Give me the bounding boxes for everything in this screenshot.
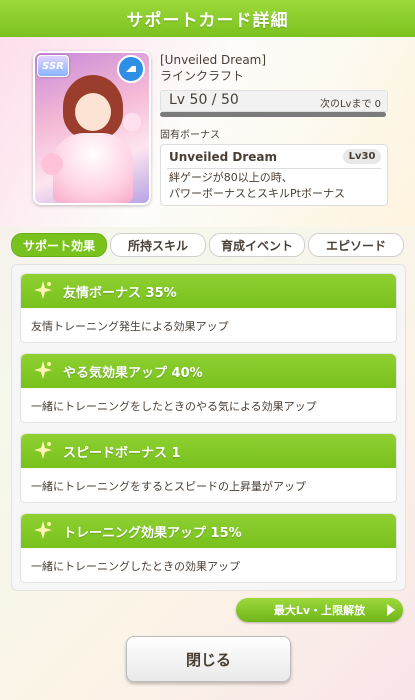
- unique-bonus-label: 固有ボーナス: [160, 130, 220, 141]
- effect-header: スピードボーナス 1: [21, 434, 396, 468]
- max-level-button[interactable]: 最大Lv・上限解放: [236, 598, 403, 622]
- unique-bonus-desc-line: パワーボーナスとスキルPtボーナス: [169, 187, 345, 200]
- list-item: 友情ボーナス 35% 友情トレーニング発生による効果アップ: [20, 273, 397, 343]
- unique-bonus-box: Unveiled Dream Lv30 絆ゲージが80以上の時、 パワーボーナス…: [160, 144, 388, 206]
- list-item: やる気効果アップ 40% 一緒にトレーニングをしたときのやる気による効果アップ: [20, 353, 397, 423]
- effect-title: トレーニング効果アップ 15%: [63, 526, 242, 541]
- card-art-flower: [123, 113, 141, 131]
- card-art-flower: [41, 153, 63, 175]
- card-title: [Unveiled Dream]: [160, 53, 267, 67]
- effect-title: スピードボーナス 1: [63, 446, 181, 461]
- effect-title: やる気効果アップ 40%: [63, 366, 203, 381]
- tab-training-events[interactable]: 育成イベント: [209, 233, 305, 257]
- effect-description: 一緒にトレーニングしたときの効果アップ: [31, 560, 240, 573]
- effect-header: トレーニング効果アップ 15%: [21, 514, 396, 548]
- effect-list[interactable]: 友情ボーナス 35% 友情トレーニング発生による効果アップ やる気効果アップ 4…: [11, 264, 406, 591]
- effect-description: 一緒にトレーニングをしたときのやる気による効果アップ: [31, 400, 317, 413]
- list-item: トレーニング効果アップ 15% 一緒にトレーニングしたときの効果アップ: [20, 513, 397, 583]
- card-art-face: [75, 93, 111, 131]
- tab-episode[interactable]: エピソード: [308, 233, 404, 257]
- effect-header: やる気効果アップ 40%: [21, 354, 396, 388]
- page-title: サポートカード詳細: [0, 0, 415, 37]
- sparkle-icon: [34, 441, 52, 459]
- speed-type-icon: [117, 55, 145, 83]
- chevron-right-icon: [387, 604, 395, 616]
- level-progress-bar: [160, 112, 386, 117]
- tab-bar: サポート効果 所持スキル 育成イベント エピソード: [11, 233, 404, 257]
- close-button[interactable]: 閉じる: [126, 636, 291, 682]
- unique-bonus-name: Unveiled Dream: [169, 150, 277, 164]
- unique-bonus-desc-line: 絆ゲージが80以上の時、: [169, 171, 293, 184]
- sparkle-icon: [34, 281, 52, 299]
- unique-bonus-desc: 絆ゲージが80以上の時、 パワーボーナスとスキルPtボーナス: [169, 170, 345, 202]
- sparkle-icon: [34, 521, 52, 539]
- effect-header: 友情ボーナス 35%: [21, 274, 396, 308]
- tab-skills[interactable]: 所持スキル: [110, 233, 206, 257]
- effect-title: 友情ボーナス 35%: [63, 286, 177, 301]
- rarity-badge: SSR: [37, 55, 69, 77]
- level-box: Lv 50 / 50 次のLvまで 0: [160, 90, 388, 112]
- next-level-label: 次のLvまで 0: [319, 99, 381, 110]
- effect-description: 友情トレーニング発生による効果アップ: [31, 320, 229, 333]
- divider: [167, 168, 381, 169]
- max-level-button-label: 最大Lv・上限解放: [273, 604, 366, 617]
- card-character-name: ラインクラフト: [160, 69, 245, 83]
- list-item: スピードボーナス 1 一緒にトレーニングをするとスピードの上昇量がアップ: [20, 433, 397, 503]
- effect-description: 一緒にトレーニングをするとスピードの上昇量がアップ: [31, 480, 306, 493]
- tab-support-effect[interactable]: サポート効果: [11, 233, 107, 257]
- unique-bonus-level-badge: Lv30: [343, 149, 381, 164]
- card-art-dress: [53, 133, 133, 203]
- sparkle-icon: [34, 361, 52, 379]
- card-title-block: [Unveiled Dream] ラインクラフト: [160, 52, 266, 84]
- level-text: Lv 50 / 50: [169, 92, 239, 108]
